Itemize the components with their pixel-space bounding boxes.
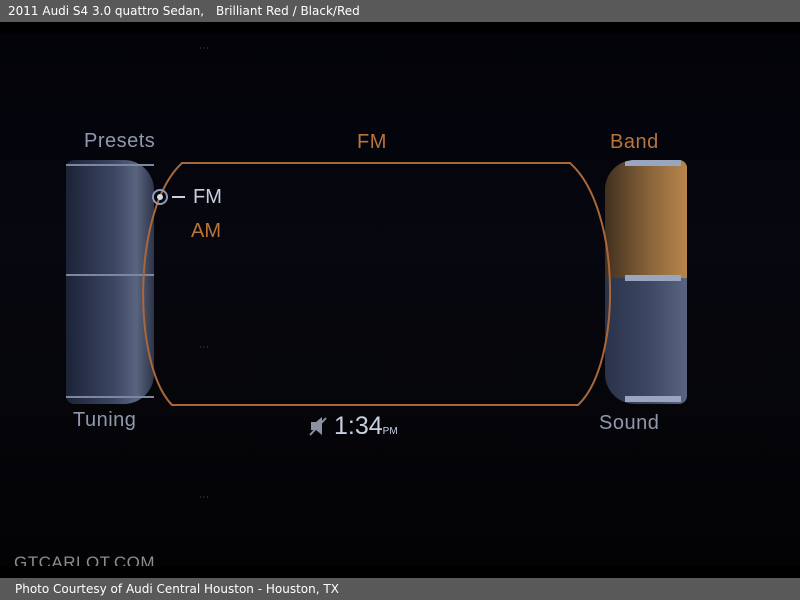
- screen-title: FM: [357, 131, 387, 153]
- watermark-logo: GTCARLOT.COM: [14, 553, 156, 566]
- caption-bar: Photo Courtesy of Audi Central Houston -…: [0, 578, 800, 600]
- presets-label[interactable]: Presets: [84, 130, 155, 153]
- photo-credit: Photo Courtesy of Audi Central Houston -…: [15, 582, 339, 596]
- band-option-am[interactable]: AM: [191, 220, 221, 243]
- clock-ampm: PM: [382, 426, 398, 437]
- sound-label[interactable]: Sound: [599, 412, 659, 435]
- speaker-mute-icon: [309, 417, 327, 436]
- band-label[interactable]: Band: [610, 131, 659, 154]
- vehicle-color: Brilliant Red / Black/Red: [216, 4, 360, 18]
- tuning-label[interactable]: Tuning: [73, 409, 136, 432]
- menu-frame: [142, 162, 612, 406]
- infotainment-photo: ··· ··· ··· Presets FM Band Tuning Sound…: [0, 34, 800, 566]
- band-option-fm[interactable]: FM: [193, 186, 222, 209]
- clock-time: 1:34: [334, 412, 383, 440]
- vehicle-title: 2011 Audi S4 3.0 quattro Sedan,: [8, 4, 205, 18]
- title-bar: 2011 Audi S4 3.0 quattro Sedan, Brillian…: [0, 0, 800, 22]
- clock: 1:34PM: [334, 411, 398, 447]
- selection-dot: [157, 194, 163, 200]
